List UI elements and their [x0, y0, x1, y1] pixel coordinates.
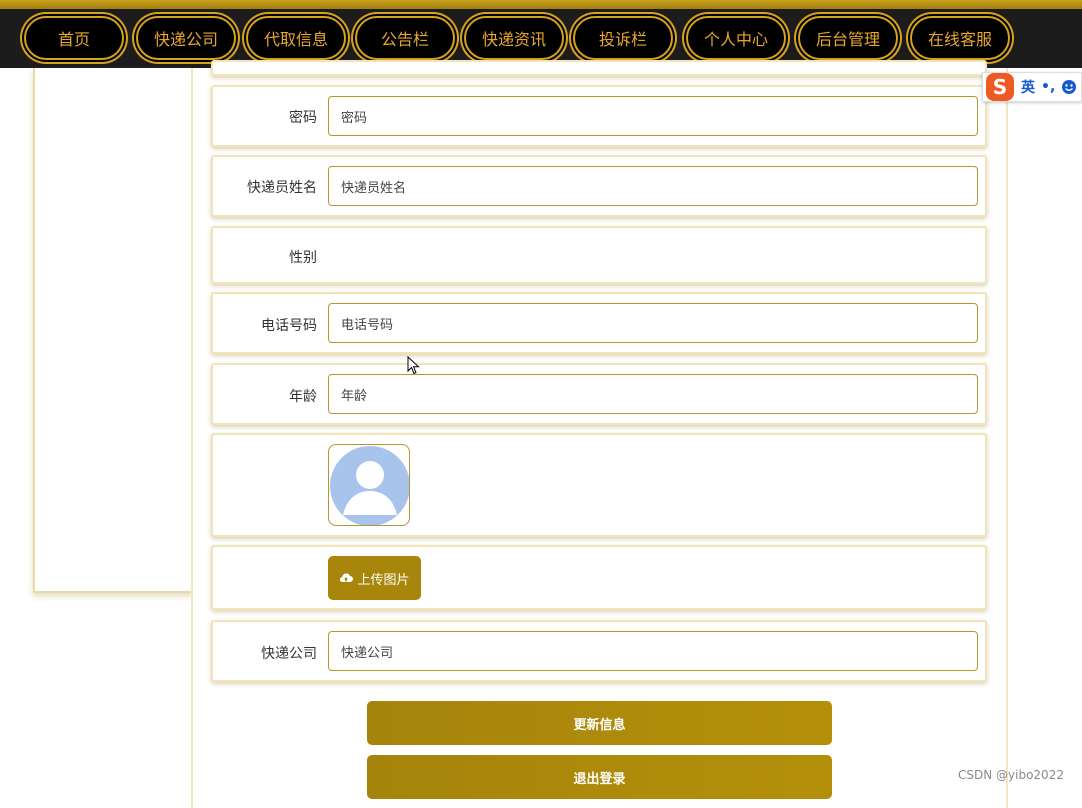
sidebar-panel: [33, 68, 193, 593]
nav-express-news[interactable]: 快递资讯: [464, 16, 564, 60]
form-row-gender: 性别: [211, 226, 987, 284]
top-gold-strip: [0, 0, 1082, 9]
form-row-courier-name: 快递员姓名 快递员姓名: [211, 155, 987, 217]
company-label: 快递公司: [261, 646, 317, 662]
nav-admin[interactable]: 后台管理: [798, 16, 898, 60]
form-row-avatar: [211, 433, 987, 537]
courier-name-input[interactable]: 快递员姓名: [328, 166, 978, 206]
upload-image-button[interactable]: 上传图片: [328, 556, 421, 600]
nav-home[interactable]: 首页: [24, 16, 124, 60]
nav-express-companies[interactable]: 快递公司: [136, 16, 236, 60]
mouse-cursor-icon: [407, 356, 420, 375]
csdn-watermark: CSDN @yibo2022: [958, 768, 1064, 782]
age-label: 年龄: [289, 389, 317, 405]
cloud-upload-icon: [340, 573, 354, 583]
phone-input[interactable]: 电话号码: [328, 303, 978, 343]
form-row-company: 快递公司 快递公司: [211, 620, 987, 682]
form-row-partial: [211, 60, 987, 76]
nav-pickup-info[interactable]: 代取信息: [246, 16, 346, 60]
phone-label: 电话号码: [261, 318, 317, 334]
nav-complaints[interactable]: 投诉栏: [573, 16, 673, 60]
form-row-upload: 上传图片: [211, 545, 987, 610]
nav-personal-center[interactable]: 个人中心: [686, 16, 786, 60]
upload-image-label: 上传图片: [357, 572, 410, 588]
form-row-age: 年龄 年龄: [211, 363, 987, 425]
form-row-phone: 电话号码 电话号码: [211, 292, 987, 354]
ime-language[interactable]: 英: [1021, 77, 1035, 97]
user-avatar-icon[interactable]: [328, 444, 410, 526]
update-info-button[interactable]: 更新信息: [367, 701, 832, 745]
emoji-icon[interactable]: [1061, 79, 1077, 95]
svg-text:S: S: [993, 75, 1007, 99]
courier-name-label: 快递员姓名: [247, 180, 317, 196]
company-input[interactable]: 快递公司: [328, 631, 978, 671]
nav-online-service[interactable]: 在线客服: [910, 16, 1010, 60]
ime-punctuation[interactable]: •,: [1041, 79, 1055, 95]
nav-bulletin[interactable]: 公告栏: [355, 16, 455, 60]
age-input[interactable]: 年龄: [328, 374, 978, 414]
password-label: 密码: [289, 110, 317, 126]
form-row-password: 密码 密码: [211, 85, 987, 147]
password-input[interactable]: 密码: [328, 96, 978, 136]
ime-toolbar[interactable]: S 英 •,: [982, 72, 1082, 102]
sogou-s-icon: S: [986, 73, 1014, 101]
logout-button[interactable]: 退出登录: [367, 755, 832, 799]
gender-label: 性别: [289, 250, 317, 266]
